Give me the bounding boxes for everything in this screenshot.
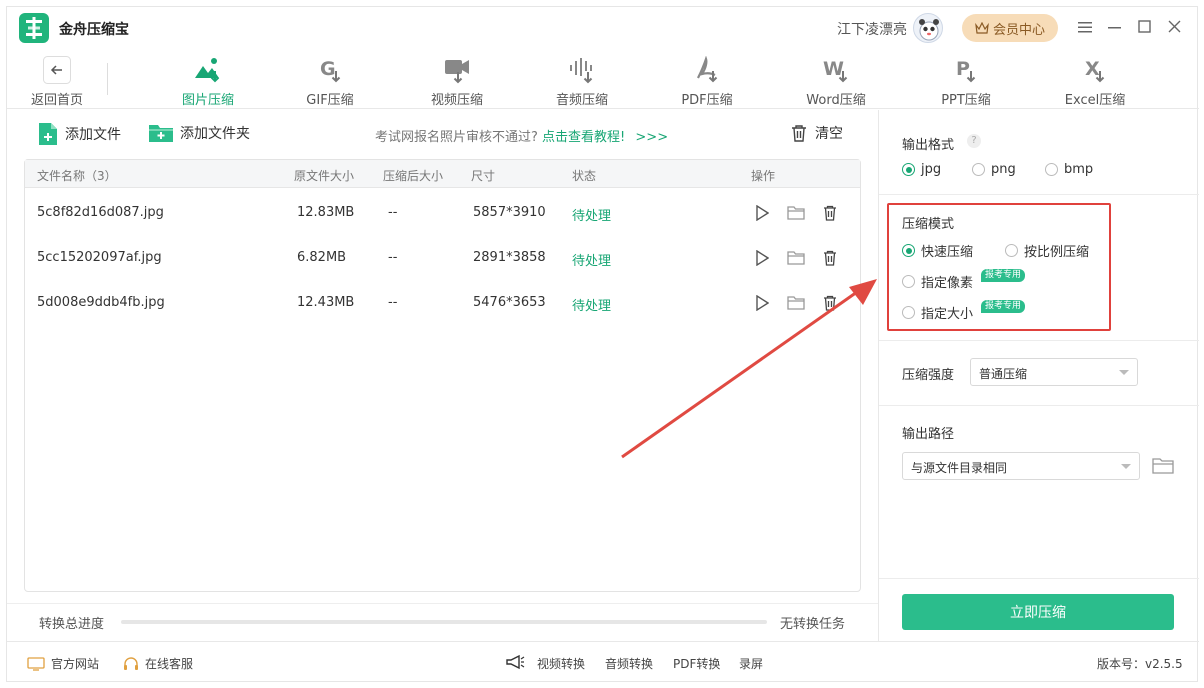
monitor-icon <box>27 656 45 671</box>
megaphone-icon <box>505 654 525 673</box>
footer-link-video-convert[interactable]: 视频转换 <box>537 655 585 672</box>
footer-link-pdf-convert[interactable]: PDF转换 <box>673 655 720 672</box>
footer-bar: 官方网站 在线客服 视频转换 音频转换 PDF转换 录屏 版本号：v2.5.5 <box>7 641 1199 683</box>
arrow-shaft <box>621 290 858 459</box>
headset-icon <box>124 656 138 670</box>
footer-link-screen-record[interactable]: 录屏 <box>739 655 763 672</box>
online-support-link[interactable]: 在线客服 <box>123 655 193 672</box>
annotation-arrow <box>621 279 877 459</box>
support-label: 在线客服 <box>145 657 194 671</box>
version-label: 版本号：v2.5.5 <box>1097 657 1183 671</box>
website-label: 官方网站 <box>51 657 100 671</box>
app-window: 金舟压缩宝 江下凌漂亮 会员中心 返回首页 图片压缩 G GIF压缩 视频压缩 … <box>6 6 1199 683</box>
footer-link-audio-convert[interactable]: 音频转换 <box>605 655 653 672</box>
official-website-link[interactable]: 官方网站 <box>27 655 99 672</box>
arrow-head <box>849 279 877 305</box>
